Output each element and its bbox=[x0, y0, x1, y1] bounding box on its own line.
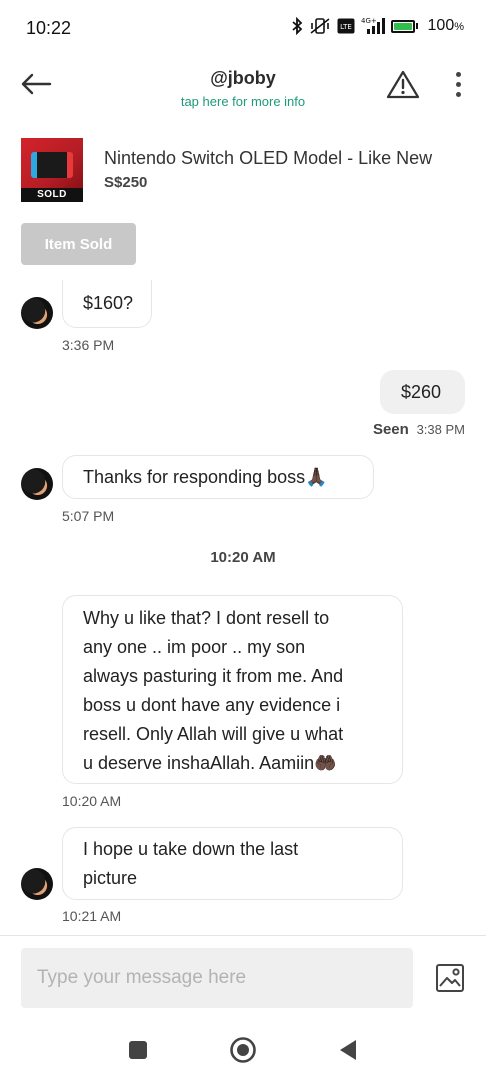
kebab-dot bbox=[455, 91, 461, 97]
message-time: 10:20 AM bbox=[62, 793, 122, 809]
message-line: I hope u take down the last bbox=[83, 839, 299, 859]
item-sold-button[interactable]: Item Sold bbox=[21, 223, 136, 265]
composer-divider bbox=[0, 935, 486, 936]
warning-icon bbox=[386, 70, 420, 99]
message-bubble[interactable]: $160? bbox=[62, 280, 152, 328]
message-bubble[interactable]: Why u like that? I dont resell to any on… bbox=[62, 595, 403, 784]
lte-badge: LTE bbox=[337, 18, 355, 34]
vibrate-off-icon bbox=[309, 17, 331, 35]
message-line: picture bbox=[83, 868, 138, 888]
message-status: Seen 3:38 PM bbox=[373, 421, 465, 438]
circle-icon bbox=[230, 1037, 256, 1063]
sold-badge: SOLD bbox=[21, 188, 83, 202]
message-time: 3:36 PM bbox=[62, 337, 115, 353]
status-time: 10:22 bbox=[26, 18, 72, 38]
open-hands-emoji: 🤲🏿 bbox=[314, 753, 337, 773]
avatar[interactable] bbox=[21, 868, 53, 900]
battery-percent: 100% bbox=[427, 17, 464, 34]
kebab-dot bbox=[455, 71, 461, 77]
chat-messages[interactable]: $160? 3:36 PM $260 Seen 3:38 PM Thanks f… bbox=[0, 280, 486, 935]
home-button[interactable] bbox=[223, 1032, 263, 1068]
message-text: $260 bbox=[401, 382, 442, 402]
message-line: boss u dont have any evidence i bbox=[83, 695, 341, 715]
message-bubble[interactable]: Thanks for responding boss🙏🏿 bbox=[62, 455, 374, 499]
message-line: always pasturing it from me. And bbox=[83, 666, 344, 686]
system-nav-bar bbox=[0, 1020, 486, 1080]
image-icon bbox=[436, 964, 464, 992]
back-nav-button[interactable] bbox=[328, 1032, 368, 1068]
svg-text:LTE: LTE bbox=[340, 23, 352, 31]
message-time: 3:38 PM bbox=[416, 422, 465, 437]
attach-image-button[interactable] bbox=[434, 962, 466, 994]
bluetooth-icon bbox=[291, 17, 303, 35]
status-bar: 10:22 LTE 4G+ 100% bbox=[0, 0, 486, 56]
square-icon bbox=[129, 1041, 147, 1059]
listing-price: S$250 bbox=[104, 174, 148, 191]
message-input[interactable] bbox=[21, 948, 413, 1008]
listing-thumbnail[interactable]: SOLD bbox=[21, 138, 83, 202]
message-line: Why u like that? I dont resell to bbox=[83, 608, 330, 628]
more-options-button[interactable] bbox=[446, 68, 470, 100]
seen-label: Seen bbox=[372, 421, 409, 438]
avatar[interactable] bbox=[21, 297, 53, 329]
listing-title[interactable]: Nintendo Switch OLED Model - Like New bbox=[104, 148, 432, 169]
battery-icon bbox=[390, 19, 418, 33]
message-text: $160? bbox=[83, 293, 134, 313]
console-image bbox=[31, 152, 73, 178]
triangle-back-icon bbox=[340, 1040, 356, 1060]
recents-button[interactable] bbox=[118, 1032, 158, 1068]
report-button[interactable] bbox=[385, 66, 421, 102]
chat-header: @jboby tap here for more info bbox=[0, 56, 486, 116]
message-line: resell. Only Allah will give u what bbox=[83, 724, 344, 744]
message-time: 5:07 PM bbox=[62, 508, 115, 524]
message-bubble[interactable]: I hope u take down the last picture bbox=[62, 827, 403, 900]
praying-hands-emoji: 🙏🏿 bbox=[305, 467, 328, 487]
listing-card[interactable]: SOLD Nintendo Switch OLED Model - Like N… bbox=[21, 138, 466, 204]
day-divider: 10:20 AM bbox=[210, 549, 276, 566]
status-icons: LTE 4G+ 100% bbox=[291, 17, 464, 35]
kebab-dot bbox=[455, 81, 461, 87]
signal-icon: 4G+ bbox=[361, 17, 385, 35]
message-line: u deserve inshaAllah. Aamiin🤲🏿 bbox=[83, 753, 337, 773]
svg-text:4G+: 4G+ bbox=[361, 17, 377, 25]
message-time: 10:21 AM bbox=[62, 908, 122, 924]
avatar[interactable] bbox=[21, 468, 53, 500]
message-line: any one .. im poor .. my son bbox=[83, 637, 306, 657]
message-text: Thanks for responding boss bbox=[83, 467, 306, 487]
message-bubble-outgoing[interactable]: $260 bbox=[380, 370, 465, 414]
